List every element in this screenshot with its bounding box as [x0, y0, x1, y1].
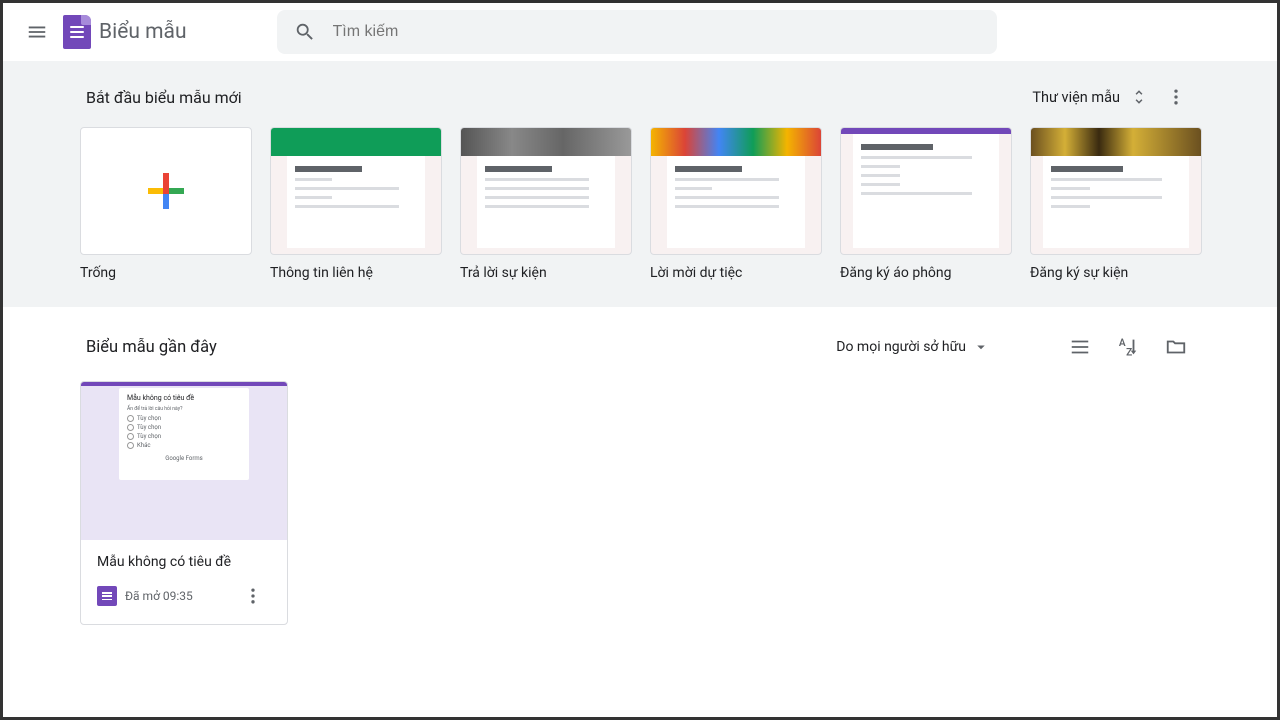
search-icon [285, 21, 325, 43]
main-menu-button[interactable] [15, 10, 59, 54]
doc-more-button[interactable] [235, 578, 271, 614]
template-label: Thông tin liên hệ [270, 265, 442, 281]
plus-icon [139, 164, 193, 218]
template-label: Lời mời dự tiệc [650, 265, 822, 281]
template-gallery-button[interactable]: Thư viện mẫu [1032, 89, 1120, 106]
doc-thumbnail: Mẫu không có tiêu đề Ấn để trả lời câu h… [81, 382, 287, 540]
svg-text:A: A [1119, 338, 1126, 349]
search-input[interactable] [325, 23, 989, 41]
more-vert-icon [243, 586, 263, 606]
template-label: Trả lời sự kiện [460, 265, 632, 281]
template-rsvp[interactable]: Trả lời sự kiện [460, 127, 632, 281]
templates-title: Bắt đầu biểu mẫu mới [86, 88, 242, 107]
template-row: Trống Thông tin liên hệ Trả lời sự kiện … [80, 127, 1200, 281]
sort-button[interactable]: AZ [1110, 329, 1146, 365]
template-label: Đăng ký áo phông [840, 265, 1012, 281]
search-bar[interactable] [277, 10, 997, 54]
template-label: Trống [80, 265, 252, 281]
app-header: Biểu mẫu [3, 3, 1277, 61]
recent-form-card[interactable]: Mẫu không có tiêu đề Ấn để trả lời câu h… [80, 381, 288, 625]
doc-opened-time: Đã mở 09:35 [125, 589, 227, 603]
list-icon [1069, 336, 1091, 358]
forms-logo-icon [63, 15, 91, 49]
templates-section: Bắt đầu biểu mẫu mới Thư viện mẫu Trống … [3, 61, 1277, 307]
unfold-icon[interactable] [1130, 88, 1148, 106]
svg-text:Z: Z [1126, 347, 1132, 358]
dropdown-icon [972, 338, 990, 356]
template-party-invite[interactable]: Lời mời dự tiệc [650, 127, 822, 281]
template-label: Đăng ký sự kiện [1030, 265, 1202, 281]
app-title: Biểu mẫu [99, 20, 187, 44]
menu-icon [26, 21, 48, 43]
recent-title: Biểu mẫu gần đây [86, 338, 217, 357]
templates-more-button[interactable] [1158, 79, 1194, 115]
file-picker-button[interactable] [1158, 329, 1194, 365]
template-blank[interactable]: Trống [80, 127, 252, 281]
owner-filter-label: Do mọi người sở hữu [836, 339, 966, 355]
recent-section: Biểu mẫu gần đây Do mọi người sở hữu AZ [3, 307, 1277, 647]
app-logo[interactable]: Biểu mẫu [63, 15, 187, 49]
list-view-button[interactable] [1062, 329, 1098, 365]
template-contact-info[interactable]: Thông tin liên hệ [270, 127, 442, 281]
folder-icon [1165, 336, 1187, 358]
sort-az-icon: AZ [1117, 336, 1139, 358]
owner-filter-dropdown[interactable]: Do mọi người sở hữu [836, 338, 990, 356]
template-tshirt-signup[interactable]: Đăng ký áo phông [840, 127, 1012, 281]
template-event-registration[interactable]: Đăng ký sự kiện [1030, 127, 1202, 281]
doc-name: Mẫu không có tiêu đề [97, 554, 271, 570]
forms-file-icon [97, 586, 117, 606]
more-vert-icon [1166, 87, 1186, 107]
